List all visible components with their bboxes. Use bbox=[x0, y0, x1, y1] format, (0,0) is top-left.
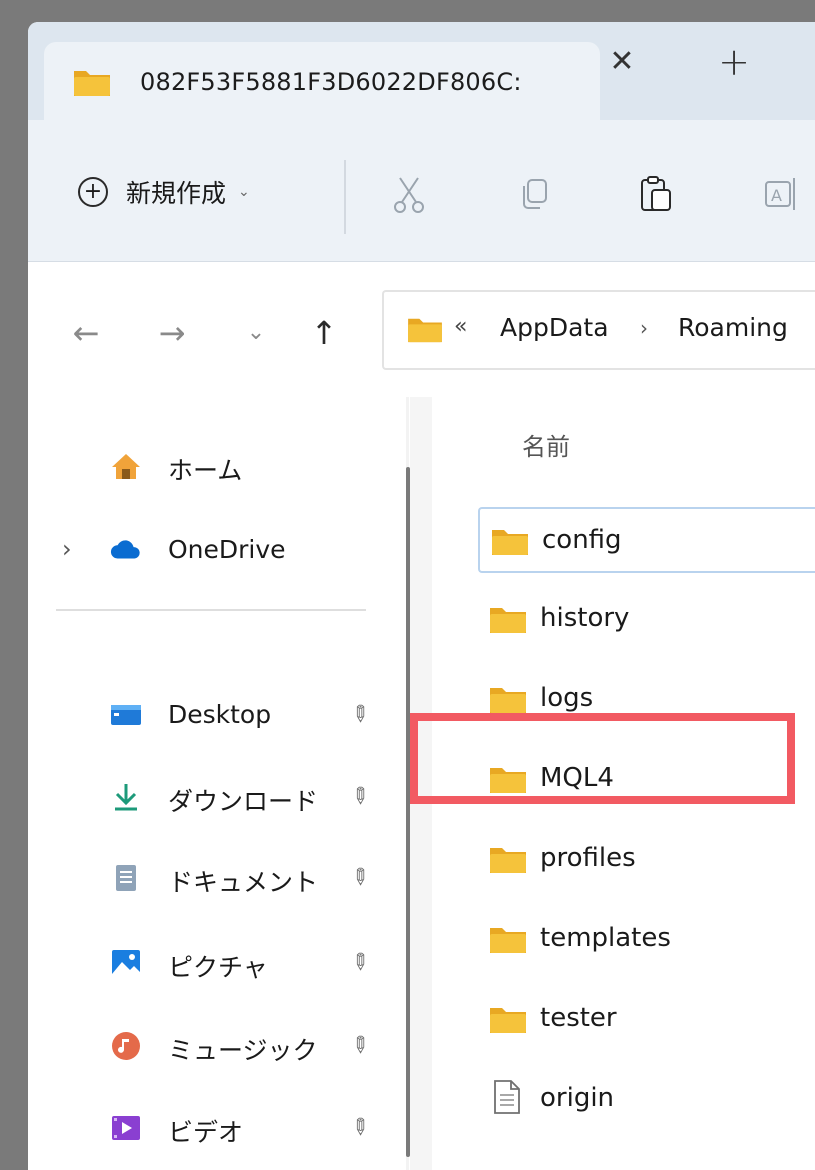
folder-icon bbox=[408, 318, 442, 343]
recent-locations-button[interactable]: ⌄ bbox=[236, 320, 276, 345]
list-item-mql4[interactable]: MQL4 bbox=[478, 747, 815, 813]
cloud-icon bbox=[110, 540, 140, 559]
sidebar-item-label: OneDrive bbox=[168, 535, 286, 564]
back-button[interactable]: ← bbox=[66, 314, 106, 352]
desktop-icon bbox=[111, 705, 141, 725]
folder-icon bbox=[490, 1008, 526, 1033]
folder-icon bbox=[492, 530, 528, 555]
list-item-logs[interactable]: logs bbox=[478, 667, 815, 733]
sidebar-item-label: ピクチャ bbox=[168, 953, 268, 982]
rename-icon[interactable]: A bbox=[762, 174, 802, 214]
chevron-down-icon: ⌄ bbox=[238, 184, 250, 200]
document-file-icon bbox=[494, 1080, 520, 1114]
sidebar-item-music[interactable]: ミュージック ✎ bbox=[28, 1021, 388, 1071]
sidebar-item-label: ドキュメント bbox=[168, 868, 319, 897]
pin-icon[interactable]: ✎ bbox=[344, 781, 375, 812]
tab-current-folder[interactable]: 082F53F5881F3D6022DF806C: bbox=[44, 42, 600, 120]
screen-edge-top bbox=[0, 0, 815, 22]
list-item-config[interactable]: config bbox=[478, 507, 815, 573]
file-name: origin bbox=[540, 1083, 615, 1113]
documents-icon bbox=[116, 865, 136, 891]
sidebar-item-label: ビデオ bbox=[168, 1118, 244, 1147]
sidebar-item-label: Desktop bbox=[168, 700, 272, 729]
file-name: history bbox=[540, 603, 630, 633]
paste-icon[interactable] bbox=[636, 174, 676, 214]
folder-icon bbox=[490, 688, 526, 713]
column-header-name[interactable]: 名前 bbox=[522, 427, 570, 462]
pin-icon[interactable]: ✎ bbox=[344, 1030, 375, 1061]
file-name: templates bbox=[540, 923, 671, 953]
list-item-tester[interactable]: tester bbox=[478, 987, 815, 1053]
up-button[interactable]: ↑ bbox=[304, 314, 344, 352]
file-list: 名前 config history logs MQL4 profiles tem… bbox=[432, 397, 815, 1170]
plus-circle-icon: + bbox=[78, 177, 108, 207]
command-bar: + 新規作成 ⌄ A bbox=[28, 120, 815, 262]
tab-close-button[interactable]: ✕ bbox=[602, 44, 642, 79]
list-item-templates[interactable]: templates bbox=[478, 907, 815, 973]
pane-splitter[interactable] bbox=[410, 397, 432, 1170]
toolbar-divider bbox=[344, 160, 346, 234]
sidebar-item-videos[interactable]: ビデオ ✎ bbox=[28, 1103, 388, 1153]
pin-icon[interactable]: ✎ bbox=[344, 862, 375, 893]
music-icon bbox=[112, 1032, 140, 1060]
list-item-profiles[interactable]: profiles bbox=[478, 827, 815, 893]
chevron-right-icon[interactable]: › bbox=[62, 535, 72, 563]
sidebar-item-desktop[interactable]: Desktop ✎ bbox=[28, 690, 388, 740]
screen-edge-left bbox=[0, 0, 28, 1170]
videos-icon bbox=[112, 1116, 140, 1140]
navigation-row: ← → ⌄ ↑ « AppData › Roaming bbox=[28, 262, 815, 397]
sidebar-divider bbox=[56, 609, 366, 611]
sidebar-item-pictures[interactable]: ピクチャ ✎ bbox=[28, 938, 388, 988]
file-name: profiles bbox=[540, 843, 636, 873]
folder-icon bbox=[490, 608, 526, 633]
sidebar-item-home[interactable]: ホーム bbox=[28, 441, 388, 491]
new-tab-button[interactable]: + bbox=[714, 40, 754, 84]
file-name: tester bbox=[540, 1003, 617, 1033]
pictures-icon bbox=[112, 950, 140, 976]
cut-icon[interactable] bbox=[390, 174, 430, 214]
file-name: MQL4 bbox=[540, 763, 614, 793]
sidebar-item-label: ダウンロード bbox=[168, 787, 319, 816]
navigation-pane: ホーム › OneDrive Desktop ✎ ダウンロード ✎ ドキュメント… bbox=[28, 397, 408, 1170]
breadcrumb-appdata[interactable]: AppData bbox=[500, 313, 609, 342]
address-bar[interactable]: « AppData › Roaming bbox=[382, 290, 815, 370]
download-icon bbox=[115, 784, 137, 811]
new-button-label: 新規作成 bbox=[126, 179, 227, 208]
folder-icon bbox=[74, 71, 110, 96]
folder-icon bbox=[490, 768, 526, 793]
list-item-history[interactable]: history bbox=[478, 587, 815, 653]
file-explorer-window: 082F53F5881F3D6022DF806C: ✕ + + 新規作成 ⌄ A… bbox=[28, 22, 815, 1170]
sidebar-item-label: ミュージック bbox=[168, 1036, 318, 1065]
overflow-chevron-icon[interactable]: « bbox=[454, 314, 467, 339]
tab-bar: 082F53F5881F3D6022DF806C: ✕ + bbox=[28, 22, 815, 120]
folder-icon bbox=[490, 848, 526, 873]
svg-text:A: A bbox=[771, 186, 782, 205]
list-item-origin[interactable]: origin bbox=[478, 1067, 815, 1133]
sidebar-item-documents[interactable]: ドキュメント ✎ bbox=[28, 853, 388, 903]
pin-icon[interactable]: ✎ bbox=[344, 947, 375, 978]
pin-icon[interactable]: ✎ bbox=[344, 1112, 375, 1143]
sidebar-item-downloads[interactable]: ダウンロード ✎ bbox=[28, 772, 388, 822]
pin-icon[interactable]: ✎ bbox=[344, 699, 375, 730]
file-name: config bbox=[542, 525, 622, 555]
sidebar-item-onedrive[interactable]: › OneDrive bbox=[28, 525, 388, 575]
breadcrumb-roaming[interactable]: Roaming bbox=[678, 313, 788, 342]
breadcrumb-separator-icon[interactable]: › bbox=[640, 316, 648, 340]
home-icon bbox=[112, 454, 140, 479]
tab-title: 082F53F5881F3D6022DF806C: bbox=[140, 68, 522, 96]
file-name: logs bbox=[540, 683, 594, 713]
sidebar-item-label: ホーム bbox=[168, 456, 243, 485]
new-button[interactable]: + 新規作成 ⌄ bbox=[78, 170, 250, 214]
forward-button[interactable]: → bbox=[152, 314, 192, 352]
copy-icon[interactable] bbox=[514, 174, 554, 214]
folder-icon bbox=[490, 928, 526, 953]
